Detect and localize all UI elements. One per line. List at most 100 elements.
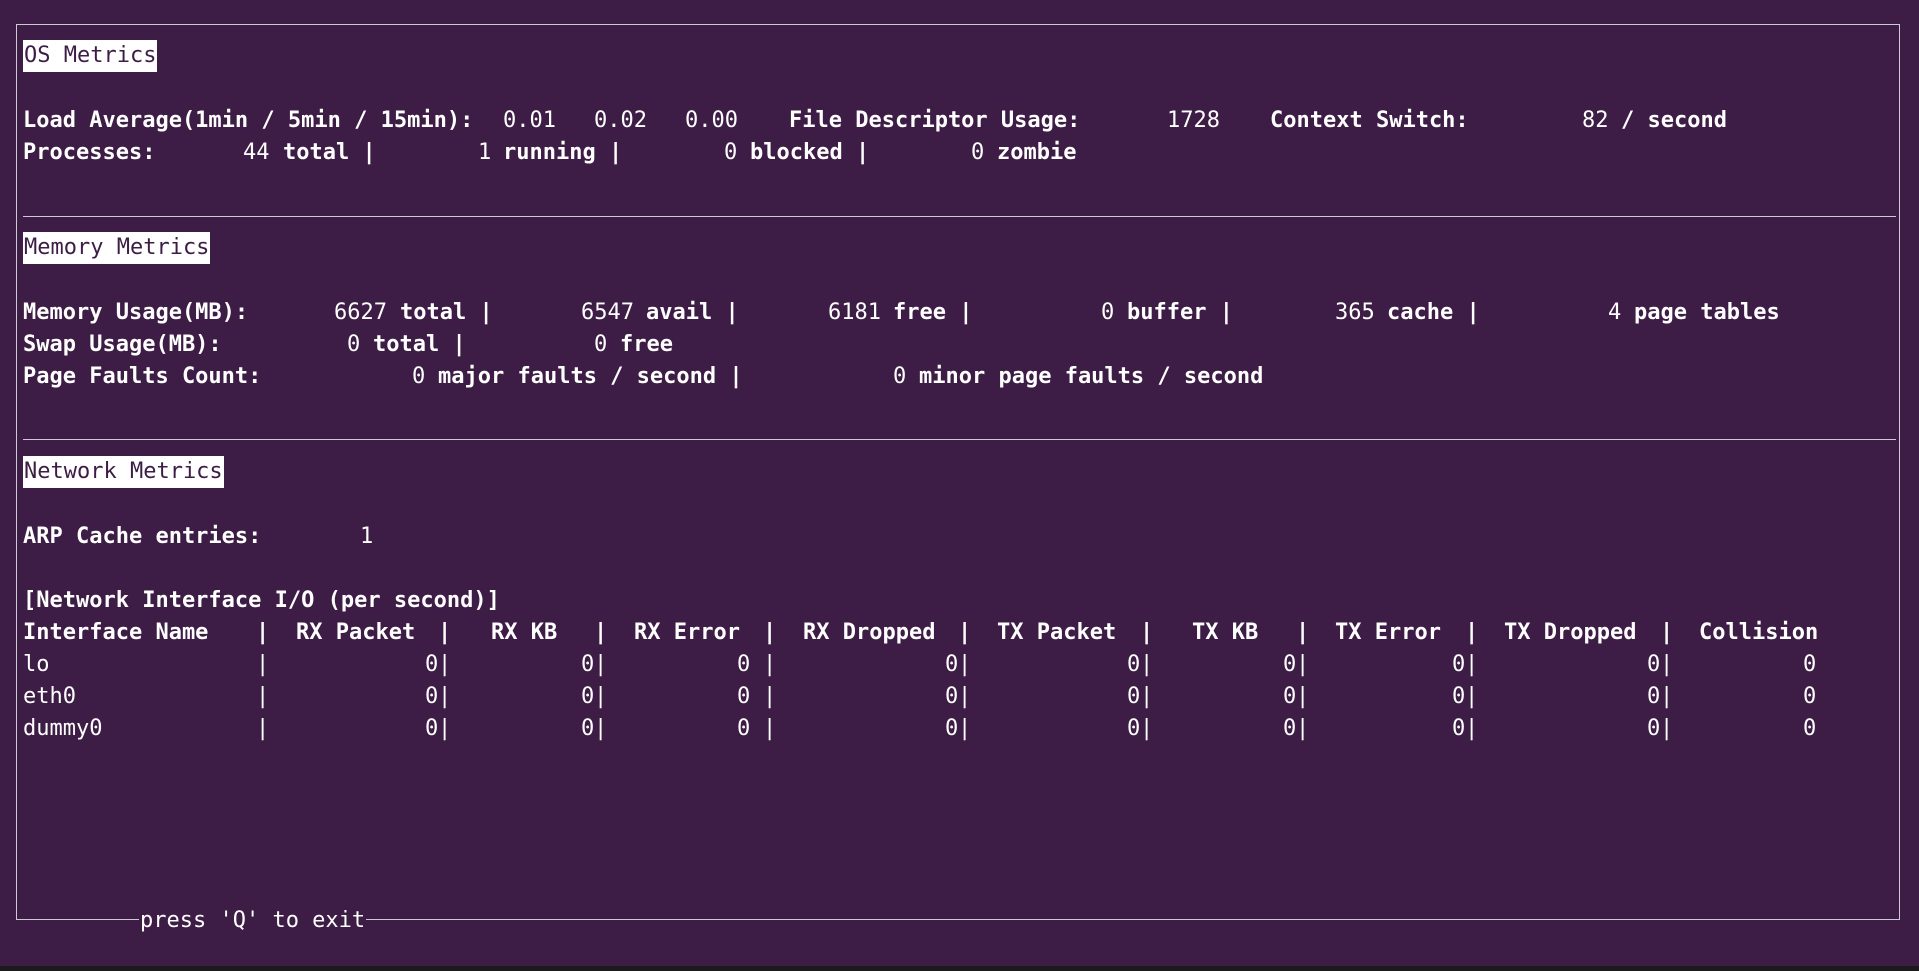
section-divider bbox=[23, 439, 1896, 440]
tx-kb-value: 0 bbox=[1283, 652, 1297, 677]
column-separator: | bbox=[438, 684, 452, 709]
column-header-rx-kb: RX KB bbox=[491, 620, 558, 645]
processes-total-value: 44 bbox=[243, 140, 270, 165]
column-separator: | bbox=[1296, 716, 1310, 741]
network-metrics-title: Network Metrics bbox=[23, 456, 224, 488]
column-separator: | bbox=[1465, 620, 1479, 645]
column-separator: | bbox=[958, 684, 972, 709]
file-descriptor-label: File Descriptor Usage: bbox=[789, 108, 1081, 133]
context-switch-unit: / second bbox=[1621, 108, 1727, 133]
column-separator: | bbox=[763, 716, 777, 741]
memory-cache-unit: cache | bbox=[1387, 300, 1480, 325]
processes-zombie-unit: zombie bbox=[997, 140, 1077, 165]
processes-zombie-value: 0 bbox=[971, 140, 985, 165]
column-header-tx-dropped: TX Dropped bbox=[1504, 620, 1637, 645]
processes-blocked-unit: blocked | bbox=[750, 140, 870, 165]
swap-total-unit: total | bbox=[373, 332, 466, 357]
memory-buffer-value: 0 bbox=[1101, 300, 1115, 325]
column-separator: | bbox=[1465, 652, 1479, 677]
load-average-1min: 0.01 bbox=[503, 108, 556, 133]
column-separator: | bbox=[594, 716, 608, 741]
memory-usage-label: Memory Usage(MB): bbox=[23, 300, 249, 325]
file-descriptor-value: 1728 bbox=[1167, 108, 1220, 133]
interface-name: eth0 bbox=[23, 684, 76, 709]
column-header-tx-kb: TX KB bbox=[1192, 620, 1259, 645]
column-separator: | bbox=[256, 652, 270, 677]
rx-dropped-value: 0 bbox=[945, 716, 959, 741]
memory-page-tables-value: 4 bbox=[1608, 300, 1622, 325]
context-switch-value: 82 bbox=[1582, 108, 1609, 133]
column-separator: | bbox=[763, 620, 777, 645]
column-separator: | bbox=[1660, 716, 1674, 741]
network-io-heading: [Network Interface I/O (per second)] bbox=[23, 588, 500, 613]
column-separator: | bbox=[256, 620, 270, 645]
section-divider bbox=[23, 216, 1896, 217]
memory-buffer-unit: buffer | bbox=[1127, 300, 1233, 325]
column-header-tx-error: TX Error bbox=[1335, 620, 1441, 645]
rx-packet-value: 0 bbox=[425, 716, 439, 741]
tx-error-value: 0 bbox=[1452, 684, 1466, 709]
column-separator: | bbox=[1465, 716, 1479, 741]
column-header-collision: Collision bbox=[1699, 620, 1819, 645]
processes-label: Processes: bbox=[23, 140, 156, 165]
rx-dropped-value: 0 bbox=[945, 652, 959, 677]
rx-error-value: 0 bbox=[737, 716, 751, 741]
rx-kb-value: 0 bbox=[581, 652, 595, 677]
rx-dropped-value: 0 bbox=[945, 684, 959, 709]
interface-name: dummy0 bbox=[23, 716, 103, 741]
column-separator: | bbox=[958, 620, 972, 645]
memory-page-tables-unit: page tables bbox=[1634, 300, 1780, 325]
column-separator: | bbox=[256, 684, 270, 709]
column-separator: | bbox=[256, 716, 270, 741]
memory-avail-value: 6547 bbox=[581, 300, 634, 325]
rx-kb-value: 0 bbox=[581, 684, 595, 709]
load-average-15min: 0.00 bbox=[685, 108, 738, 133]
processes-total-unit: total | bbox=[283, 140, 376, 165]
processes-running-value: 1 bbox=[478, 140, 492, 165]
column-separator: | bbox=[594, 684, 608, 709]
page-faults-minor-value: 0 bbox=[893, 364, 907, 389]
column-header-tx-packet: TX Packet bbox=[997, 620, 1117, 645]
column-separator: | bbox=[763, 652, 777, 677]
column-separator: | bbox=[958, 716, 972, 741]
rx-error-value: 0 bbox=[737, 684, 751, 709]
rx-error-value: 0 bbox=[737, 652, 751, 677]
column-separator: | bbox=[594, 620, 608, 645]
swap-free-unit: free bbox=[620, 332, 673, 357]
page-faults-minor-unit: minor page faults / second bbox=[919, 364, 1264, 389]
page-faults-label: Page Faults Count: bbox=[23, 364, 262, 389]
memory-free-unit: free | bbox=[893, 300, 973, 325]
column-separator: | bbox=[438, 620, 452, 645]
memory-cache-value: 365 bbox=[1335, 300, 1375, 325]
rx-packet-value: 0 bbox=[425, 652, 439, 677]
tx-dropped-value: 0 bbox=[1647, 716, 1661, 741]
context-switch-label: Context Switch: bbox=[1270, 108, 1469, 133]
arp-cache-value: 1 bbox=[360, 524, 374, 549]
column-separator: | bbox=[1296, 652, 1310, 677]
tx-dropped-value: 0 bbox=[1647, 652, 1661, 677]
load-average-label: Load Average(1min / 5min / 15min): bbox=[23, 108, 474, 133]
tx-error-value: 0 bbox=[1452, 652, 1466, 677]
column-separator: | bbox=[958, 652, 972, 677]
load-average-5min: 0.02 bbox=[594, 108, 647, 133]
memory-metrics-title: Memory Metrics bbox=[23, 232, 211, 264]
column-separator: | bbox=[438, 716, 452, 741]
memory-avail-unit: avail | bbox=[646, 300, 739, 325]
window-bottom-edge bbox=[0, 966, 1919, 971]
collision-value: 0 bbox=[1803, 684, 1817, 709]
column-header-rx-error: RX Error bbox=[634, 620, 740, 645]
column-separator: | bbox=[1140, 716, 1154, 741]
rx-packet-value: 0 bbox=[425, 684, 439, 709]
column-header-interface-name: Interface Name bbox=[23, 620, 209, 645]
tx-dropped-value: 0 bbox=[1647, 684, 1661, 709]
column-separator: | bbox=[1465, 684, 1479, 709]
tx-packet-value: 0 bbox=[1127, 716, 1141, 741]
tx-kb-value: 0 bbox=[1283, 716, 1297, 741]
interface-name: lo bbox=[23, 652, 50, 677]
column-separator: | bbox=[1660, 652, 1674, 677]
swap-free-value: 0 bbox=[594, 332, 608, 357]
column-separator: | bbox=[1660, 684, 1674, 709]
column-separator: | bbox=[1660, 620, 1674, 645]
tx-error-value: 0 bbox=[1452, 716, 1466, 741]
column-separator: | bbox=[1140, 652, 1154, 677]
